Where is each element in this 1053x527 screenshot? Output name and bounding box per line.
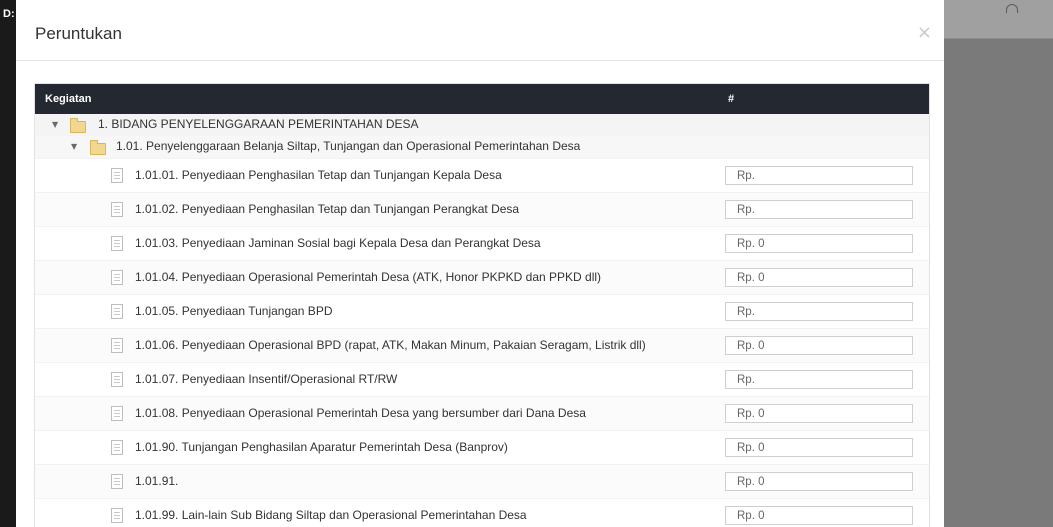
row-label: 1.01.02. Penyediaan Penghasilan Tetap da…: [135, 202, 520, 216]
amount-input[interactable]: [725, 200, 913, 219]
file-icon: [111, 372, 123, 387]
modal-title: Peruntukan: [35, 24, 122, 43]
table-row: 1.01.05. Penyediaan Tunjangan BPD: [35, 294, 929, 328]
table-row: 1.01.06. Penyediaan Operasional BPD (rap…: [35, 328, 929, 362]
file-icon: [111, 440, 123, 455]
table-row: 1.01.04. Penyediaan Operasional Pemerint…: [35, 260, 929, 294]
row-label: 1.01.91.: [135, 474, 179, 488]
table-row: 1.01.03. Penyediaan Jaminan Sosial bagi …: [35, 226, 929, 260]
amount-input[interactable]: [725, 302, 913, 321]
modal-header: Peruntukan ×: [16, 0, 944, 61]
file-icon: [111, 304, 123, 319]
file-icon: [111, 474, 123, 489]
group-label: 1. BIDANG PENYELENGGARAAN PEMERINTAHAN D…: [98, 117, 419, 131]
table-row: 1.01.07. Penyediaan Insentif/Operasional…: [35, 362, 929, 396]
row-label: 1.01.05. Penyediaan Tunjangan BPD: [135, 304, 333, 318]
background-header: [944, 0, 1053, 39]
close-icon[interactable]: ×: [917, 22, 932, 43]
row-label: 1.01.08. Penyediaan Operasional Pemerint…: [135, 406, 586, 420]
file-icon: [111, 168, 123, 183]
expand-toggle-icon[interactable]: ▼: [52, 120, 58, 129]
row-label: 1.01.06. Penyediaan Operasional BPD (rap…: [135, 338, 646, 352]
table-header: Kegiatan #: [35, 84, 929, 114]
group-label: 1.01. Penyelenggaraan Belanja Siltap, Tu…: [116, 139, 581, 153]
file-icon: [111, 202, 123, 217]
column-header-amount: #: [728, 93, 735, 105]
row-label: 1.01.07. Penyediaan Insentif/Operasional…: [135, 372, 398, 386]
row-label: 1.01.01. Penyediaan Penghasilan Tetap da…: [135, 168, 502, 182]
background-cut-text: D:: [3, 8, 15, 20]
amount-input[interactable]: [725, 234, 913, 253]
table-row: 1.01.08. Penyediaan Operasional Pemerint…: [35, 396, 929, 430]
folder-icon: [70, 118, 86, 133]
row-label: 1.01.03. Penyediaan Jaminan Sosial bagi …: [135, 236, 541, 250]
row-label: 1.01.04. Penyediaan Operasional Pemerint…: [135, 270, 602, 284]
folder-icon: [90, 140, 106, 155]
table-row: 1.01.01. Penyediaan Penghasilan Tetap da…: [35, 158, 929, 192]
amount-input[interactable]: [725, 166, 913, 185]
file-icon: [111, 338, 123, 353]
amount-input[interactable]: [725, 370, 913, 389]
file-icon: [111, 270, 123, 285]
column-header-kegiatan: Kegiatan: [45, 93, 92, 105]
row-label: 1.01.99. Lain-lain Sub Bidang Siltap dan…: [135, 508, 527, 522]
table-row: 1.01.02. Penyediaan Penghasilan Tetap da…: [35, 192, 929, 226]
amount-input[interactable]: [725, 438, 913, 457]
amount-input[interactable]: [725, 472, 913, 491]
kegiatan-table: Kegiatan # ▼ 1. BIDANG PENYELENGGARAAN P…: [34, 83, 930, 527]
peruntukan-modal: Peruntukan × Kegiatan # ▼ 1. BIDANG PENY…: [16, 0, 944, 527]
file-icon: [111, 508, 123, 523]
expand-toggle-icon[interactable]: ▼: [71, 142, 77, 151]
file-icon: [111, 406, 123, 421]
background-left-strip: D:: [0, 0, 16, 527]
amount-input[interactable]: [725, 268, 913, 287]
amount-input[interactable]: [725, 336, 913, 355]
bell-icon: [1006, 4, 1018, 13]
amount-input[interactable]: [725, 506, 913, 525]
amount-input[interactable]: [725, 404, 913, 423]
table-row: 1.01.91.: [35, 464, 929, 498]
tree-group-row[interactable]: ▼ 1.01. Penyelenggaraan Belanja Siltap, …: [35, 136, 929, 158]
table-row: 1.01.90. Tunjangan Penghasilan Aparatur …: [35, 430, 929, 464]
file-icon: [111, 236, 123, 251]
row-label: 1.01.90. Tunjangan Penghasilan Aparatur …: [135, 440, 508, 454]
tree-group-row[interactable]: ▼ 1. BIDANG PENYELENGGARAAN PEMERINTAHAN…: [35, 114, 929, 136]
table-row: 1.01.99. Lain-lain Sub Bidang Siltap dan…: [35, 498, 929, 527]
